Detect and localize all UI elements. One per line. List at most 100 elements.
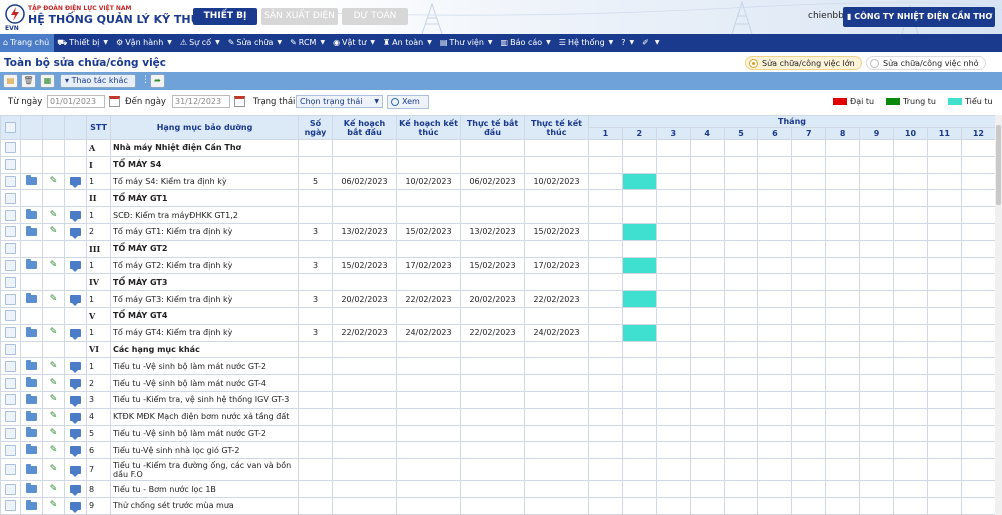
nav-item-11[interactable]: ? ▼ [618,34,639,52]
folder-icon[interactable] [26,444,37,455]
more-actions-dropdown[interactable]: ▾ Thao tác khác [60,74,136,88]
comment-icon[interactable] [70,485,81,497]
nav-item-2[interactable]: ⚙ Vận hành ▼ [113,34,177,52]
row-checkbox[interactable] [5,310,16,322]
row-select-cell[interactable] [0,458,21,482]
row-select-cell[interactable] [0,390,21,409]
row-select-cell[interactable] [0,323,21,342]
table-row[interactable]: ✎ 1 Tổ máy GT4: Kiểm tra định kỳ 3 22/02/202… [0,323,995,342]
pencil-icon[interactable]: ✎ [50,176,58,186]
comment-icon[interactable] [70,501,81,513]
row-checkbox[interactable] [5,175,16,187]
radio-minor-work[interactable]: Sửa chữa/công việc nhỏ [866,56,986,70]
table-row[interactable]: ✎ 2 Tiểu tu -Vệ sinh bộ làm mát nước GT-4 [0,374,995,392]
tab-san-xuat-dien[interactable]: SẢN XUẤT ĐIỆN [261,8,338,25]
table-row[interactable]: V TỔ MÁY GT4 [0,306,995,325]
comment-icon[interactable] [70,295,81,307]
pencil-icon[interactable]: ✎ [50,395,58,404]
nav-item-4[interactable]: ✎ Sửa chữa ▼ [225,34,287,52]
tab-thiet-bi[interactable]: THIẾT BỊ [193,8,257,25]
pencil-icon[interactable]: ✎ [50,412,58,421]
from-date-input[interactable]: 01/01/2023 [47,95,105,108]
delete-button[interactable]: 🗑 [21,74,36,88]
row-checkbox[interactable] [5,394,16,406]
row-checkbox[interactable] [5,192,16,204]
comment-icon[interactable] [70,362,81,374]
nav-item-8[interactable]: ▤ Thư viện ▼ [437,34,498,52]
row-select-cell[interactable] [0,273,21,292]
table-row[interactable]: II TỔ MÁY GT1 [0,189,995,208]
view-button[interactable]: Xem [387,95,429,109]
nav-item-9[interactable]: ▥ Báo cáo ▼ [498,34,556,52]
row-checkbox[interactable] [5,276,16,288]
pencil-icon[interactable]: ✎ [50,260,58,270]
folder-icon[interactable] [26,377,37,388]
nav-item-1[interactable]: ⛟ Thiết bị ▼ [54,34,113,52]
comment-icon[interactable] [70,465,81,477]
table-row[interactable]: ✎ 5 Tiểu tu -Vệ sinh bộ làm mát nước GT-2 [0,424,995,443]
nav-item-7[interactable]: ♜ An toàn ▼ [380,34,437,52]
folder-icon[interactable] [26,427,37,438]
row-select-cell[interactable] [0,189,21,208]
row-select-cell[interactable] [0,239,21,258]
folder-icon[interactable] [26,259,37,270]
status-select[interactable]: Chọn trạng thái ▼ [296,95,383,108]
folder-icon[interactable] [26,483,37,494]
pencil-icon[interactable]: ✎ [50,501,58,510]
comment-icon[interactable] [70,395,81,407]
company-button[interactable]: ▮ CÔNG TY NHIỆT ĐIỆN CẦN THƠ [843,7,995,27]
table-row[interactable]: ✎ 9 Thử chống sét trước mùa mưa [0,496,995,515]
row-checkbox[interactable] [5,327,16,339]
row-select-cell[interactable] [0,480,21,498]
comment-icon[interactable] [70,379,81,391]
pencil-icon[interactable]: ✎ [50,484,58,494]
comment-icon[interactable] [70,177,81,189]
folder-icon[interactable] [26,499,37,510]
table-row[interactable]: VI Các hạng mục khác [0,340,995,359]
table-row[interactable]: ✎ 1 Tổ máy S4: Kiểm tra định kỳ 5 06/02/2023… [0,172,995,191]
table-row[interactable]: ✎ 8 Tiểu tu - Bơm nước lọc 1B [0,480,995,498]
scrollbar-thumb[interactable] [996,125,1001,205]
to-date-input[interactable]: 31/12/2023 [172,95,230,108]
export-button[interactable]: ▦ [40,74,55,88]
table-row[interactable]: III TỔ MÁY GT2 [0,239,995,258]
select-all-header[interactable] [0,115,21,140]
table-row[interactable]: ✎ 1 Tiểu tu -Vệ sinh bộ làm mát nước GT-2 [0,357,995,376]
pencil-icon[interactable]: ✎ [50,465,58,474]
row-select-cell[interactable] [0,496,21,515]
table-row[interactable]: ✎ 1 SCĐ: Kiểm tra máyĐHKK GT1,2 [0,206,995,224]
table-row[interactable]: ✎ 1 Tổ máy GT3: Kiểm tra định kỳ 3 20/02/202… [0,290,995,308]
pencil-icon[interactable]: ✎ [50,294,58,304]
pencil-icon[interactable]: ✎ [50,361,58,371]
comment-icon[interactable] [70,261,81,273]
select-all-checkbox[interactable] [5,122,16,133]
row-select-cell[interactable] [0,206,21,224]
comment-icon[interactable] [70,412,81,424]
row-select-cell[interactable] [0,306,21,325]
folder-icon[interactable] [26,410,37,421]
row-checkbox[interactable] [5,377,16,389]
pencil-icon[interactable]: ✎ [50,445,58,455]
folder-icon[interactable] [26,463,37,474]
nav-item-3[interactable]: ⚠ Sự cố ▼ [177,34,225,52]
table-row[interactable]: ✎ 2 Tổ máy GT1: Kiểm tra định kỳ 3 13/02/202… [0,222,995,241]
table-row[interactable]: ✎ 6 Tiểu tu-Vệ sinh nhà lọc gió GT-2 [0,441,995,460]
row-checkbox[interactable] [5,360,16,372]
row-select-cell[interactable] [0,222,21,241]
row-checkbox[interactable] [5,427,16,439]
row-select-cell[interactable] [0,139,21,157]
folder-icon[interactable] [26,393,37,404]
user-name[interactable]: chienbb [808,11,844,21]
row-select-cell[interactable] [0,374,21,392]
row-select-cell[interactable] [0,340,21,359]
nav-item-12[interactable]: ✐ ▼ [639,34,664,52]
pencil-icon[interactable]: ✎ [50,378,58,388]
row-checkbox[interactable] [5,411,16,423]
table-row[interactable]: ✎ 3 Tiểu tu -Kiểm tra, vệ sinh hệ thống IG… [0,390,995,409]
row-checkbox[interactable] [5,483,16,495]
row-select-cell[interactable] [0,441,21,460]
row-select-cell[interactable] [0,407,21,426]
row-checkbox[interactable] [5,226,16,238]
tab-du-toan[interactable]: DỰ TOÁN [342,8,408,25]
row-checkbox[interactable] [5,444,16,456]
